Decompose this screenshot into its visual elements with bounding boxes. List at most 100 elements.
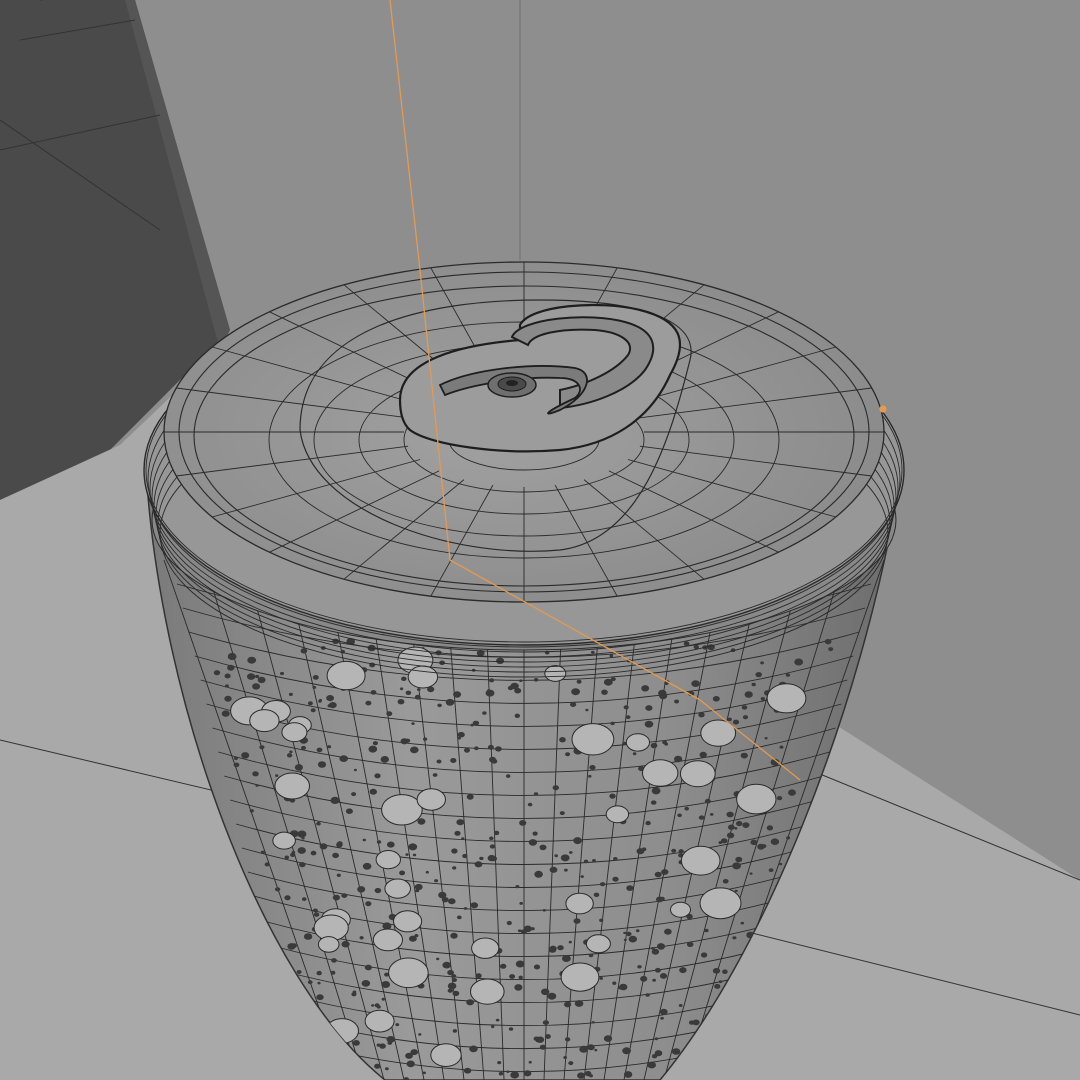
droplet: [510, 1071, 520, 1079]
droplet: [463, 907, 468, 910]
water-bead: [470, 978, 505, 1005]
droplet: [487, 744, 494, 750]
droplet: [592, 859, 596, 863]
droplet: [559, 737, 566, 743]
droplet: [382, 922, 392, 930]
droplet: [464, 747, 470, 753]
droplet: [659, 1008, 668, 1016]
droplet: [660, 1016, 664, 1020]
droplet: [515, 960, 525, 968]
droplet: [241, 752, 250, 759]
droplet: [310, 850, 317, 856]
droplet: [423, 737, 428, 741]
droplet: [376, 1005, 381, 1009]
droplet: [637, 965, 642, 969]
droplet: [528, 1060, 532, 1064]
water-bead: [384, 878, 412, 899]
droplet: [628, 935, 637, 943]
droplet: [341, 940, 350, 948]
droplet: [310, 708, 316, 713]
droplet: [259, 745, 265, 750]
droplet: [674, 755, 683, 763]
droplet: [564, 1037, 571, 1042]
droplet: [635, 929, 640, 933]
droplet: [718, 980, 723, 984]
droplet: [352, 1040, 360, 1046]
droplet: [534, 870, 543, 878]
droplet: [751, 682, 756, 687]
water-bead: [317, 936, 340, 953]
water-bead: [544, 665, 567, 682]
droplet: [307, 980, 313, 985]
droplet: [779, 745, 784, 749]
water-bead: [274, 772, 311, 800]
droplet: [645, 993, 650, 997]
water-bead: [766, 683, 807, 714]
droplet: [414, 694, 421, 700]
droplet: [404, 738, 411, 743]
droplet: [296, 970, 302, 974]
droplet: [224, 695, 232, 702]
droplet: [351, 992, 357, 997]
droplet: [328, 702, 337, 709]
droplet: [583, 859, 589, 864]
droplet: [564, 1001, 572, 1008]
droplet: [316, 747, 323, 753]
droplet: [434, 879, 439, 883]
droplet: [660, 896, 665, 901]
droplet: [233, 762, 240, 768]
droplet: [291, 851, 296, 854]
droplet: [599, 882, 606, 887]
droplet: [549, 945, 557, 952]
viewport-canvas[interactable]: [0, 0, 1080, 1080]
droplet: [528, 839, 538, 846]
droplet: [519, 901, 523, 905]
droplet: [463, 1067, 472, 1074]
droplet: [732, 936, 737, 940]
water-bead: [605, 805, 630, 824]
droplet: [500, 963, 507, 969]
droplet: [726, 832, 735, 839]
droplet: [626, 931, 632, 937]
droplet: [312, 675, 319, 680]
droplet: [482, 711, 487, 715]
droplet: [652, 978, 656, 982]
droplet: [564, 868, 568, 872]
droplet: [264, 862, 270, 867]
droplet: [496, 657, 505, 664]
droplet: [406, 1060, 415, 1068]
droplet: [387, 1041, 393, 1045]
3d-viewport[interactable]: [0, 0, 1080, 1080]
droplet: [828, 647, 834, 652]
droplet: [732, 862, 741, 870]
droplet: [755, 672, 762, 678]
droplet: [662, 740, 667, 745]
water-bead: [381, 794, 423, 826]
droplet: [761, 844, 767, 849]
droplet: [700, 952, 708, 958]
droplet: [379, 1043, 386, 1049]
droplet: [518, 975, 523, 980]
droplet: [626, 885, 634, 891]
droplet: [380, 756, 389, 763]
droplet: [506, 1070, 510, 1073]
droplet: [408, 843, 418, 851]
droplet: [497, 1061, 502, 1065]
droplet: [387, 841, 395, 848]
droplet: [422, 1071, 426, 1075]
droplet: [487, 689, 491, 692]
droplet: [734, 889, 738, 893]
droplet: [691, 680, 700, 687]
droplet: [417, 818, 426, 825]
droplet: [316, 994, 324, 1001]
droplet: [760, 697, 765, 701]
droplet: [369, 788, 377, 795]
water-bead: [699, 887, 742, 920]
droplet: [255, 784, 259, 787]
droplet: [542, 909, 546, 912]
droplet: [613, 857, 618, 861]
water-bead: [471, 937, 500, 959]
droplet: [523, 925, 532, 933]
droplet: [466, 794, 474, 800]
droplet: [405, 690, 412, 695]
